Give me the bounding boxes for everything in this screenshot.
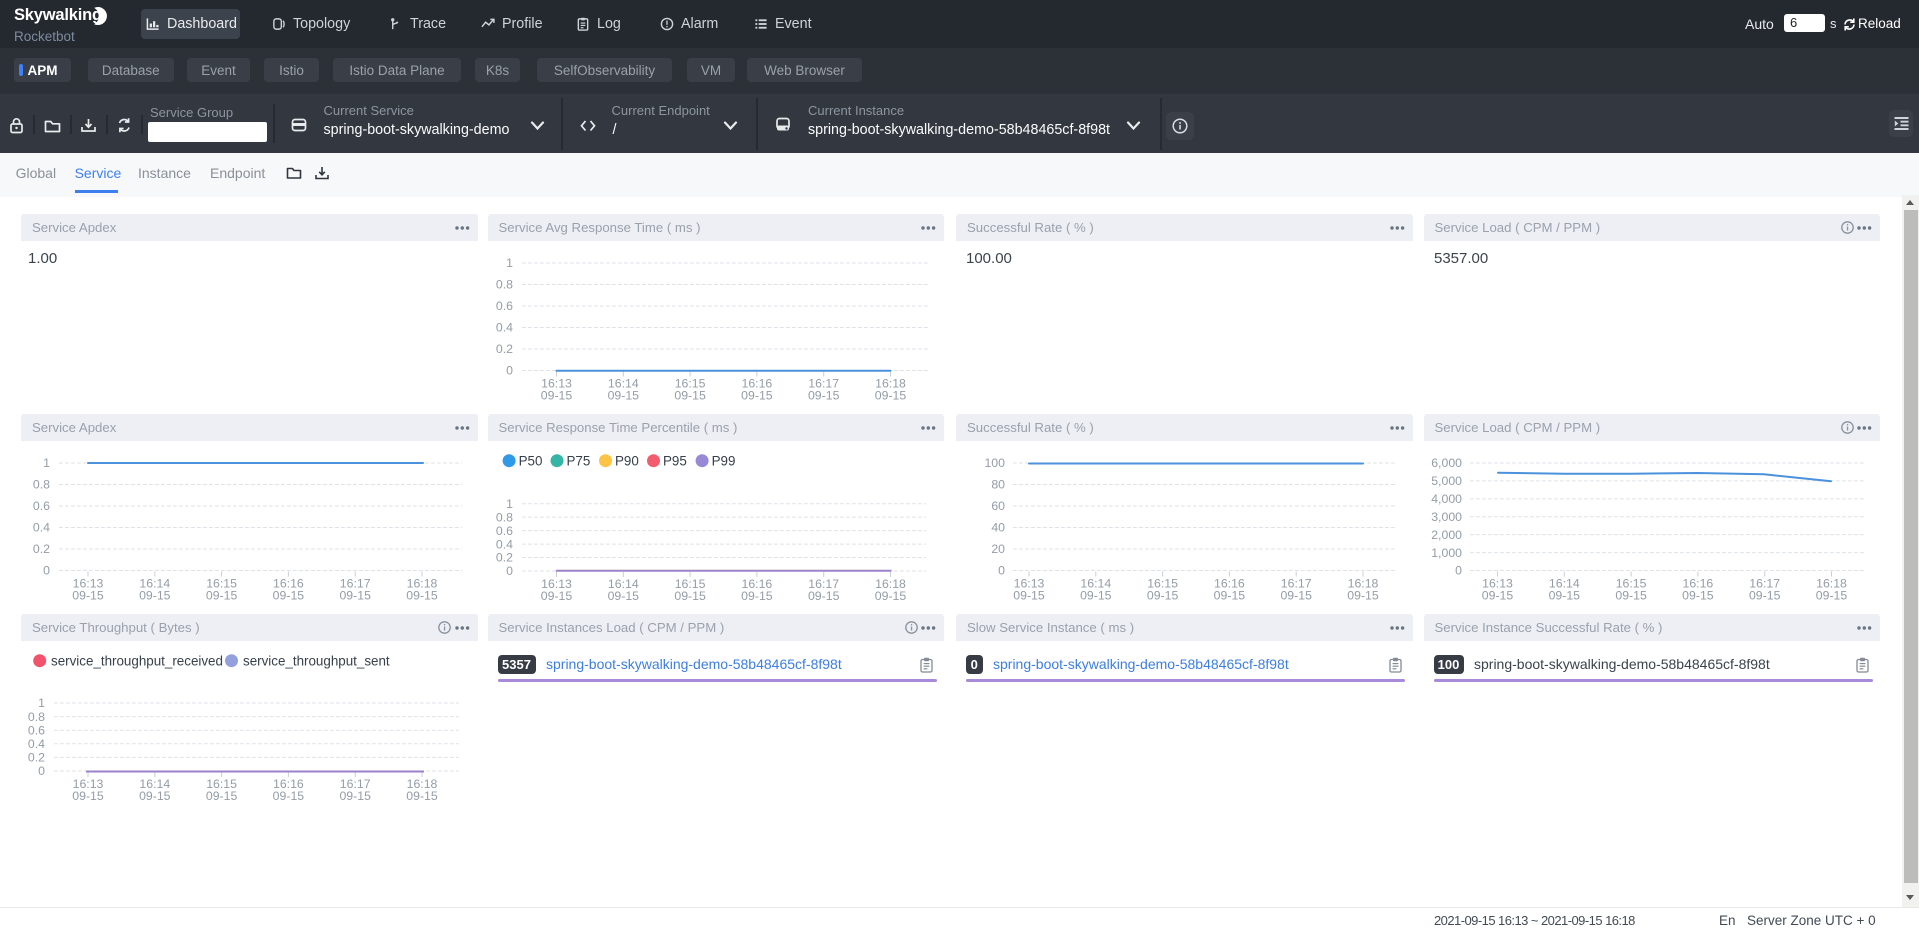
svg-text:09-15: 09-15 — [406, 789, 438, 803]
svg-text:09-15: 09-15 — [1548, 588, 1580, 602]
svg-text:09-15: 09-15 — [1013, 588, 1045, 602]
svg-text:0.6: 0.6 — [28, 723, 45, 737]
svg-text:0.4: 0.4 — [495, 321, 512, 335]
svg-text:1: 1 — [506, 497, 513, 511]
svg-text:09-15: 09-15 — [1080, 588, 1112, 602]
svg-text:09-15: 09-15 — [72, 789, 104, 803]
svg-text:80: 80 — [991, 478, 1005, 492]
svg-text:P95: P95 — [663, 454, 687, 469]
svg-text:09-15: 09-15 — [607, 388, 639, 402]
svg-text:3,000: 3,000 — [1431, 510, 1462, 524]
svg-text:09-15: 09-15 — [1615, 588, 1647, 602]
svg-text:09-15: 09-15 — [273, 588, 305, 602]
svg-text:0.2: 0.2 — [28, 751, 45, 765]
svg-text:09-15: 09-15 — [607, 589, 639, 603]
svg-text:09-15: 09-15 — [1347, 588, 1379, 602]
svg-text:0.8: 0.8 — [33, 478, 50, 492]
svg-text:P99: P99 — [711, 454, 735, 469]
svg-text:1,000: 1,000 — [1431, 546, 1462, 560]
svg-text:09-15: 09-15 — [139, 789, 171, 803]
svg-text:09-15: 09-15 — [674, 589, 706, 603]
svg-text:09-15: 09-15 — [1815, 588, 1847, 602]
svg-text:0.2: 0.2 — [495, 342, 512, 356]
svg-text:0.4: 0.4 — [33, 521, 50, 535]
svg-text:0: 0 — [1455, 564, 1462, 578]
svg-text:09-15: 09-15 — [674, 388, 706, 402]
svg-text:09-15: 09-15 — [540, 589, 572, 603]
svg-text:6,000: 6,000 — [1431, 456, 1462, 470]
svg-text:0.6: 0.6 — [495, 524, 512, 538]
svg-text:1: 1 — [506, 256, 513, 270]
svg-text:09-15: 09-15 — [339, 588, 371, 602]
svg-text:2,000: 2,000 — [1431, 528, 1462, 542]
svg-text:P75: P75 — [566, 454, 590, 469]
svg-text:09-15: 09-15 — [339, 789, 371, 803]
svg-text:60: 60 — [991, 499, 1005, 513]
svg-text:40: 40 — [991, 521, 1005, 535]
svg-text:service_throughput_received: service_throughput_received — [51, 654, 223, 669]
svg-text:1: 1 — [38, 696, 45, 710]
svg-text:100: 100 — [984, 456, 1005, 470]
svg-text:09-15: 09-15 — [1214, 588, 1246, 602]
svg-text:09-15: 09-15 — [1748, 588, 1780, 602]
svg-text:0.4: 0.4 — [28, 737, 45, 751]
svg-text:4,000: 4,000 — [1431, 492, 1462, 506]
svg-text:09-15: 09-15 — [874, 589, 906, 603]
svg-text:09-15: 09-15 — [741, 388, 773, 402]
svg-text:0.2: 0.2 — [33, 542, 50, 556]
svg-text:0.4: 0.4 — [495, 537, 512, 551]
svg-text:1: 1 — [43, 456, 50, 470]
svg-text:0.6: 0.6 — [495, 299, 512, 313]
svg-text:09-15: 09-15 — [540, 388, 572, 402]
svg-text:0: 0 — [38, 764, 45, 778]
svg-text:0.2: 0.2 — [495, 551, 512, 565]
svg-text:09-15: 09-15 — [807, 388, 839, 402]
svg-text:P50: P50 — [518, 454, 542, 469]
svg-text:09-15: 09-15 — [206, 588, 238, 602]
svg-text:09-15: 09-15 — [1280, 588, 1312, 602]
svg-text:09-15: 09-15 — [1147, 588, 1179, 602]
svg-text:0.8: 0.8 — [495, 278, 512, 292]
svg-text:09-15: 09-15 — [1481, 588, 1513, 602]
svg-text:20: 20 — [991, 542, 1005, 556]
svg-text:5,000: 5,000 — [1431, 474, 1462, 488]
svg-text:0: 0 — [506, 564, 513, 578]
svg-text:09-15: 09-15 — [206, 789, 238, 803]
svg-text:09-15: 09-15 — [1682, 588, 1714, 602]
svg-text:0.8: 0.8 — [495, 510, 512, 524]
svg-text:0: 0 — [506, 364, 513, 378]
svg-text:0: 0 — [998, 564, 1005, 578]
svg-text:P90: P90 — [615, 454, 639, 469]
svg-text:09-15: 09-15 — [406, 588, 438, 602]
svg-text:service_throughput_sent: service_throughput_sent — [243, 654, 390, 669]
svg-text:09-15: 09-15 — [741, 589, 773, 603]
svg-text:0.6: 0.6 — [33, 499, 50, 513]
svg-text:0: 0 — [43, 564, 50, 578]
svg-text:09-15: 09-15 — [807, 589, 839, 603]
svg-text:09-15: 09-15 — [273, 789, 305, 803]
svg-text:09-15: 09-15 — [139, 588, 171, 602]
svg-text:09-15: 09-15 — [72, 588, 104, 602]
svg-text:09-15: 09-15 — [874, 388, 906, 402]
svg-text:0.8: 0.8 — [28, 710, 45, 724]
